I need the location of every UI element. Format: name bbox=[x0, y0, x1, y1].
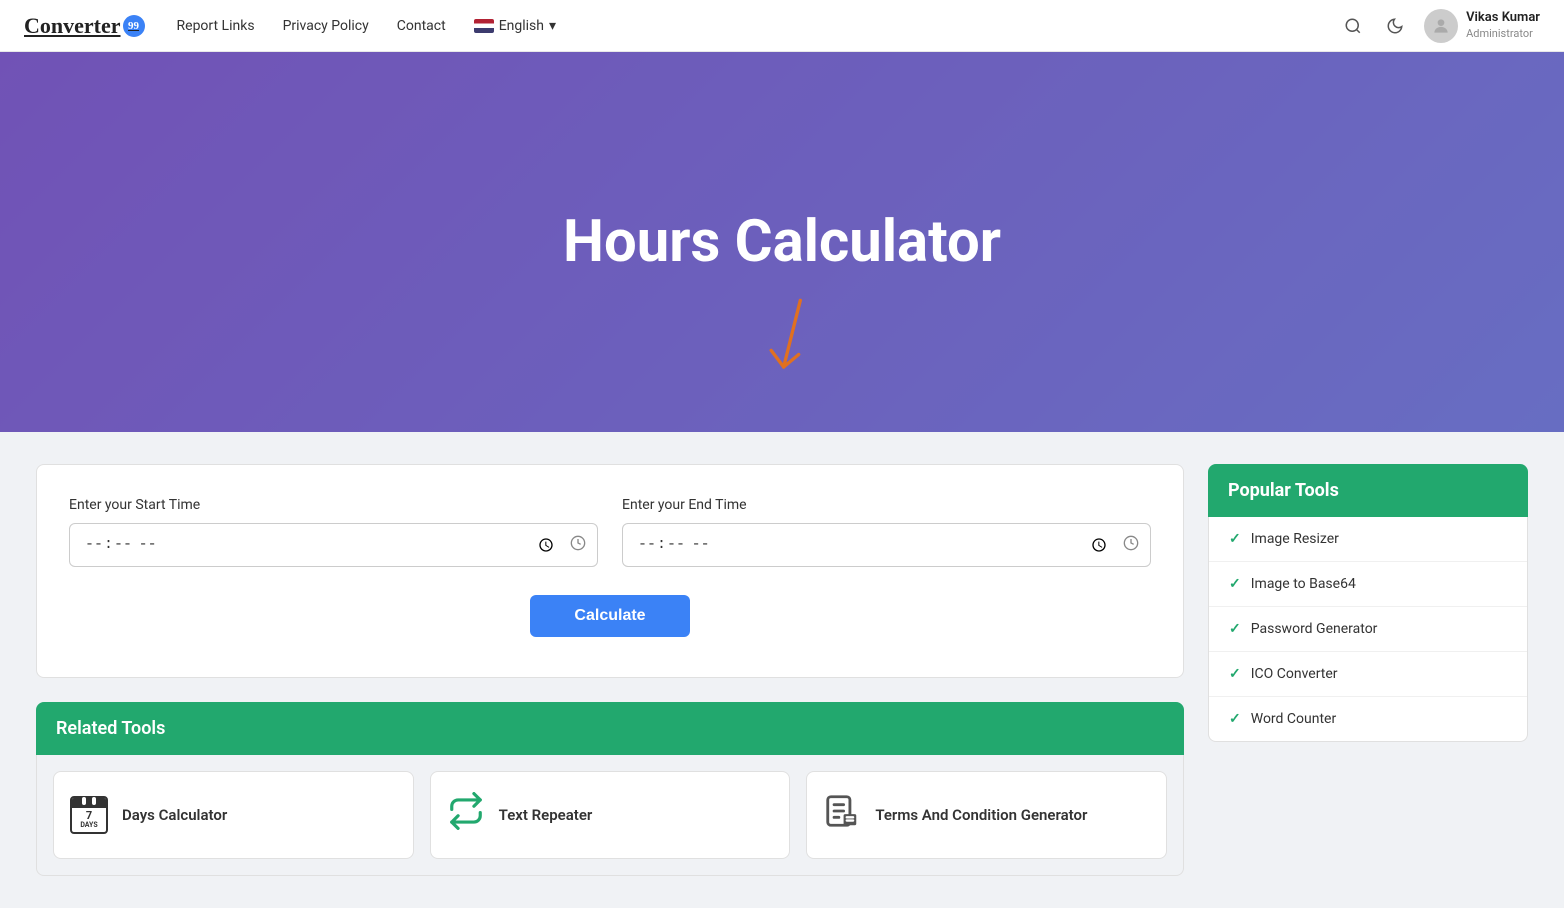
check-icon: ✓ bbox=[1229, 711, 1241, 727]
user-role: Administrator bbox=[1466, 27, 1540, 41]
user-info: Vikas Kumar Administrator bbox=[1424, 9, 1540, 43]
sidebar-item-label: Image Resizer bbox=[1251, 531, 1339, 547]
content-area: Enter your Start Time Enter your End Tim… bbox=[36, 464, 1184, 876]
end-time-label: Enter your End Time bbox=[622, 497, 1151, 513]
search-button[interactable] bbox=[1340, 13, 1366, 39]
language-selector[interactable]: English ▾ bbox=[474, 18, 556, 34]
chevron-down-icon: ▾ bbox=[549, 18, 556, 34]
hero-banner: Hours Calculator bbox=[0, 52, 1564, 432]
check-icon: ✓ bbox=[1229, 666, 1241, 682]
start-time-field: Enter your Start Time bbox=[69, 497, 598, 567]
sidebar-item-label: Password Generator bbox=[1251, 621, 1378, 637]
flag-icon bbox=[474, 19, 494, 33]
text-repeater-label: Text Repeater bbox=[499, 806, 593, 824]
report-links-link[interactable]: Report Links bbox=[177, 18, 255, 34]
sidebar: Popular Tools ✓ Image Resizer ✓ Image to… bbox=[1208, 464, 1528, 742]
calendar-icon: 7 DAYS bbox=[70, 796, 108, 834]
sidebar-item-image-to-base64[interactable]: ✓ Image to Base64 bbox=[1209, 562, 1527, 607]
sidebar-header: Popular Tools bbox=[1208, 464, 1528, 517]
sidebar-item-image-resizer[interactable]: ✓ Image Resizer bbox=[1209, 517, 1527, 562]
related-tools-header: Related Tools bbox=[36, 702, 1184, 755]
related-tool-days-calculator[interactable]: 7 DAYS Days Calculator bbox=[53, 771, 414, 859]
related-tool-terms-generator[interactable]: Terms And Condition Generator bbox=[806, 771, 1167, 859]
sidebar-item-label: Image to Base64 bbox=[1251, 576, 1356, 592]
related-tool-text-repeater[interactable]: Text Repeater bbox=[430, 771, 791, 859]
sidebar-item-password-generator[interactable]: ✓ Password Generator bbox=[1209, 607, 1527, 652]
days-calculator-label: Days Calculator bbox=[122, 806, 227, 824]
calculate-button-wrap: Calculate bbox=[69, 595, 1151, 637]
page-title: Hours Calculator bbox=[563, 208, 1001, 276]
privacy-policy-link[interactable]: Privacy Policy bbox=[283, 18, 369, 34]
calculator-card: Enter your Start Time Enter your End Tim… bbox=[36, 464, 1184, 678]
end-time-input[interactable] bbox=[622, 523, 1151, 567]
navbar-right: Vikas Kumar Administrator bbox=[1340, 9, 1540, 43]
calculate-button[interactable]: Calculate bbox=[530, 595, 689, 637]
avatar bbox=[1424, 9, 1458, 43]
contact-link[interactable]: Contact bbox=[397, 18, 446, 34]
scroll-down-arrow bbox=[762, 292, 822, 392]
check-icon: ✓ bbox=[1229, 531, 1241, 547]
navbar: Converter99 Report Links Privacy Policy … bbox=[0, 0, 1564, 52]
main-content: Enter your Start Time Enter your End Tim… bbox=[12, 432, 1552, 908]
terms-icon bbox=[823, 792, 861, 838]
logo[interactable]: Converter99 bbox=[24, 13, 145, 39]
related-tools-section: Related Tools 7 DAYS Days Calculator bbox=[36, 702, 1184, 876]
check-icon: ✓ bbox=[1229, 621, 1241, 637]
start-time-label: Enter your Start Time bbox=[69, 497, 598, 513]
terms-generator-label: Terms And Condition Generator bbox=[875, 806, 1087, 824]
related-tools-grid: 7 DAYS Days Calculator bbox=[36, 755, 1184, 876]
language-label: English bbox=[499, 18, 544, 34]
sidebar-item-label: Word Counter bbox=[1251, 711, 1336, 727]
time-inputs: Enter your Start Time Enter your End Tim… bbox=[69, 497, 1151, 567]
start-time-input-wrap bbox=[69, 523, 598, 567]
dark-mode-button[interactable] bbox=[1382, 13, 1408, 39]
check-icon: ✓ bbox=[1229, 576, 1241, 592]
sidebar-item-word-counter[interactable]: ✓ Word Counter bbox=[1209, 697, 1527, 741]
repeat-icon bbox=[447, 792, 485, 838]
sidebar-item-ico-converter[interactable]: ✓ ICO Converter bbox=[1209, 652, 1527, 697]
end-time-field: Enter your End Time bbox=[622, 497, 1151, 567]
user-details: Vikas Kumar Administrator bbox=[1466, 10, 1540, 41]
sidebar-list: ✓ Image Resizer ✓ Image to Base64 ✓ Pass… bbox=[1208, 517, 1528, 742]
moon-icon bbox=[1386, 17, 1404, 35]
search-icon bbox=[1344, 17, 1362, 35]
end-time-input-wrap bbox=[622, 523, 1151, 567]
sidebar-item-label: ICO Converter bbox=[1251, 666, 1338, 682]
user-name: Vikas Kumar bbox=[1466, 10, 1540, 27]
logo-badge: 99 bbox=[123, 15, 145, 37]
logo-text: Converter bbox=[24, 13, 121, 39]
nav-links: Report Links Privacy Policy Contact Engl… bbox=[177, 18, 1341, 34]
start-time-input[interactable] bbox=[69, 523, 598, 567]
